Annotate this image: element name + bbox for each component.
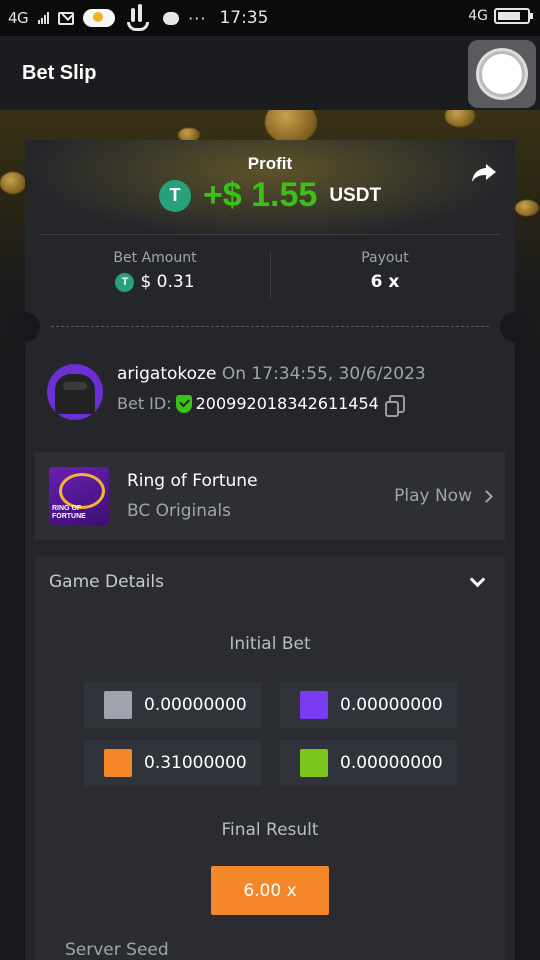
- profit-row: T +$ 1.55 USDT: [25, 176, 515, 215]
- game-details-header[interactable]: Game Details: [49, 572, 164, 592]
- bet-cell-grey: 0.00000000: [84, 682, 261, 728]
- divider: [39, 234, 501, 235]
- bet-value: 0.00000000: [340, 695, 443, 715]
- chevron-down-icon[interactable]: [469, 571, 486, 588]
- bet-timestamp: On 17:34:55, 30/6/2023: [221, 364, 426, 384]
- tether-icon: T: [158, 179, 191, 212]
- app-header: Bet Slip: [0, 36, 540, 110]
- play-now-link[interactable]: Play Now: [394, 486, 493, 506]
- payout-label: Payout: [361, 250, 409, 266]
- profit-currency: USDT: [329, 184, 382, 206]
- more-notifications-icon: ···: [188, 8, 207, 28]
- bet-amount-row: T $ 0.31: [40, 272, 270, 292]
- copy-icon[interactable]: [384, 394, 405, 417]
- play-now-label: Play Now: [394, 486, 472, 506]
- network-indicator: 4G: [8, 9, 29, 27]
- game-thumbnail-text: RING OF FORTUNE: [52, 505, 86, 520]
- tether-icon: T: [115, 272, 135, 292]
- bet-id-label: Bet ID:: [117, 394, 172, 413]
- page-title: Bet Slip: [22, 61, 97, 84]
- profit-value: +$ 1.55: [202, 176, 318, 214]
- bet-amount-value: $ 0.31: [140, 272, 195, 292]
- clock: 17:35: [219, 8, 269, 28]
- payout-value: 6 x: [370, 272, 400, 292]
- coin-decoration: [265, 110, 317, 144]
- shield-check-icon: [175, 394, 192, 413]
- ticket-dashed-divider: [51, 326, 489, 327]
- username[interactable]: arigatokoze: [117, 364, 216, 384]
- network-indicator-right: 4G: [468, 8, 488, 24]
- bet-cell-green: 0.00000000: [280, 740, 457, 786]
- user-row: arigatokoze On 17:34:55, 30/6/2023 Bet I…: [47, 364, 426, 420]
- battery-icon: [494, 8, 533, 24]
- chevron-right-icon: [480, 489, 493, 503]
- coin-decoration: [515, 200, 539, 216]
- user-info: arigatokoze On 17:34:55, 30/6/2023 Bet I…: [117, 364, 426, 420]
- floating-assistive-button[interactable]: [468, 40, 536, 108]
- bet-slip-card: Profit T +$ 1.55 USDT Bet Amount T $ 0.3…: [10, 140, 530, 960]
- bet-amount-stat: Bet Amount T $ 0.31: [40, 250, 270, 292]
- color-swatch: [104, 691, 132, 719]
- status-bar: 4G ··· 17:35 4G: [0, 0, 540, 36]
- color-swatch: [300, 691, 328, 719]
- share-icon[interactable]: [471, 162, 497, 184]
- ticket-notch-right: [500, 312, 530, 342]
- bet-slip-content: Profit T +$ 1.55 USDT Bet Amount T $ 0.3…: [0, 110, 540, 960]
- bet-cell-purple: 0.00000000: [280, 682, 457, 728]
- bet-value: 0.00000000: [340, 753, 443, 773]
- bet-id-value: 200992018342611454: [195, 394, 379, 413]
- initial-bet-title: Initial Bet: [229, 634, 311, 654]
- ticket-notch-left: [10, 312, 40, 342]
- cloud-icon: [83, 9, 116, 27]
- coin-decoration: [0, 172, 26, 194]
- game-name: Ring of Fortune: [127, 471, 258, 491]
- game-category: BC Originals: [127, 501, 232, 521]
- final-result-title: Final Result: [221, 820, 319, 840]
- hand-icon: [124, 4, 154, 32]
- mail-icon: [58, 11, 75, 25]
- color-swatch: [300, 749, 328, 777]
- chat-icon: [163, 11, 180, 25]
- game-details-panel: Game Details Initial Bet 0.00000000 0.00…: [35, 556, 505, 960]
- payout-stat: Payout 6 x: [270, 250, 500, 292]
- coin-decoration: [445, 110, 475, 127]
- avatar[interactable]: [47, 364, 103, 420]
- bet-amount-label: Bet Amount: [113, 250, 197, 266]
- signal-icon: [38, 12, 50, 24]
- bet-cell-orange: 0.31000000: [84, 740, 261, 786]
- bet-value: 0.00000000: [144, 695, 247, 715]
- server-seed-label: Server Seed: [65, 940, 169, 960]
- color-swatch: [104, 749, 132, 777]
- bet-value: 0.31000000: [144, 753, 247, 773]
- bet-id-row: Bet ID: 200992018342611454: [117, 394, 426, 417]
- final-result-badge: 6.00 x: [211, 866, 329, 915]
- game-card[interactable]: RING OF FORTUNE Ring of Fortune BC Origi…: [35, 452, 505, 540]
- game-info: Ring of Fortune BC Originals: [127, 471, 394, 521]
- circle-icon: [476, 48, 528, 100]
- profit-label: Profit: [247, 154, 293, 173]
- game-thumbnail: RING OF FORTUNE: [49, 467, 109, 525]
